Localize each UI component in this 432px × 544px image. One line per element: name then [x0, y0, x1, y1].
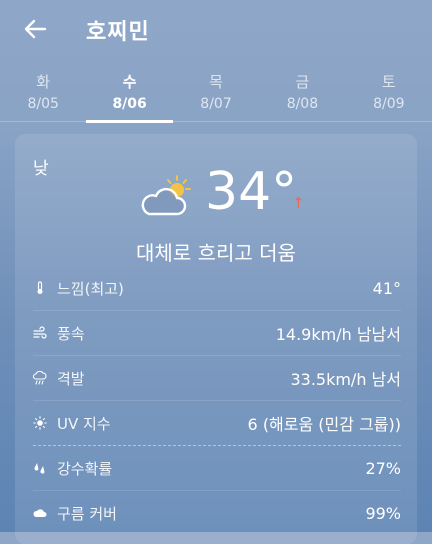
- tab-day-sat[interactable]: 토 8/09: [346, 72, 432, 120]
- day-date: 8/07: [200, 96, 232, 112]
- thermometer-icon: [33, 281, 47, 295]
- sun-uv-icon: [33, 416, 47, 430]
- tab-day-fri[interactable]: 금 8/08: [259, 72, 345, 120]
- detail-value: 33.5km/h 남서: [290, 370, 401, 389]
- tab-day-wed[interactable]: 수 8/06: [86, 72, 174, 123]
- day-date: 8/05: [27, 96, 59, 112]
- detail-value: 27%: [365, 458, 401, 478]
- detail-row-feels-like: 느낌(최고) 41°: [33, 266, 401, 311]
- tab-day-thu[interactable]: 목 8/07: [173, 72, 259, 120]
- detail-row-cloud-cover: 구름 커버 99%: [33, 491, 401, 535]
- back-arrow-icon[interactable]: [20, 14, 50, 44]
- detail-value: 6 (해로움 (민감 그룹)): [247, 415, 401, 434]
- details-list: 느낌(최고) 41° 풍속 14.9km/h 남남서 격발 33.5km/h 남…: [33, 266, 401, 535]
- day-name: 금: [295, 73, 310, 91]
- city-title: 호찌민: [86, 20, 150, 45]
- detail-label: 격발: [57, 369, 85, 388]
- detail-label: 구름 커버: [57, 504, 117, 523]
- day-name: 토: [381, 73, 396, 91]
- day-name: 화: [36, 73, 51, 91]
- day-date: 8/08: [286, 96, 319, 112]
- tabs-divider: [0, 121, 432, 122]
- period-label: 낮: [33, 159, 49, 179]
- detail-label: 느낌(최고): [57, 279, 124, 298]
- day-date: 8/06: [112, 96, 147, 112]
- day-tabs: 화 8/05 수 8/06 목 8/07 금 8/08 토 8/09: [0, 72, 432, 123]
- detail-row-uv-index: UV 지수 6 (해로움 (민감 그룹)): [33, 401, 401, 445]
- wind-icon: [33, 326, 47, 340]
- gust-icon: [33, 371, 47, 385]
- rain-drops-icon: [33, 461, 47, 475]
- header: 호찌민: [0, 0, 432, 64]
- day-name: 수: [122, 73, 137, 91]
- temperature-value: 34°: [205, 162, 298, 222]
- detail-label: UV 지수: [57, 414, 111, 433]
- day-date: 8/09: [373, 96, 405, 112]
- cloud-icon: [33, 506, 47, 520]
- tab-day-tue[interactable]: 화 8/05: [0, 72, 86, 120]
- detail-row-precipitation: 강수확률 27%: [33, 446, 401, 491]
- weather-description: 대체로 흐리고 더움: [136, 241, 296, 265]
- day-name: 목: [209, 73, 223, 91]
- temperature-trend-arrow: ↑: [292, 194, 305, 212]
- detail-label: 강수확률: [57, 459, 113, 478]
- detail-value: 14.9km/h 남남서: [275, 325, 401, 344]
- forecast-card: 낮 34° ↑ 대체로 흐리고 더움 느낌(최고) 41° 풍속 14.9km/…: [15, 134, 417, 544]
- detail-value: 41°: [372, 278, 401, 298]
- detail-row-wind-speed: 풍속 14.9km/h 남남서: [33, 311, 401, 356]
- partly-cloudy-sun-icon: [137, 174, 193, 222]
- detail-label: 풍속: [57, 324, 85, 343]
- detail-value: 99%: [365, 503, 401, 523]
- detail-row-gust: 격발 33.5km/h 남서: [33, 356, 401, 401]
